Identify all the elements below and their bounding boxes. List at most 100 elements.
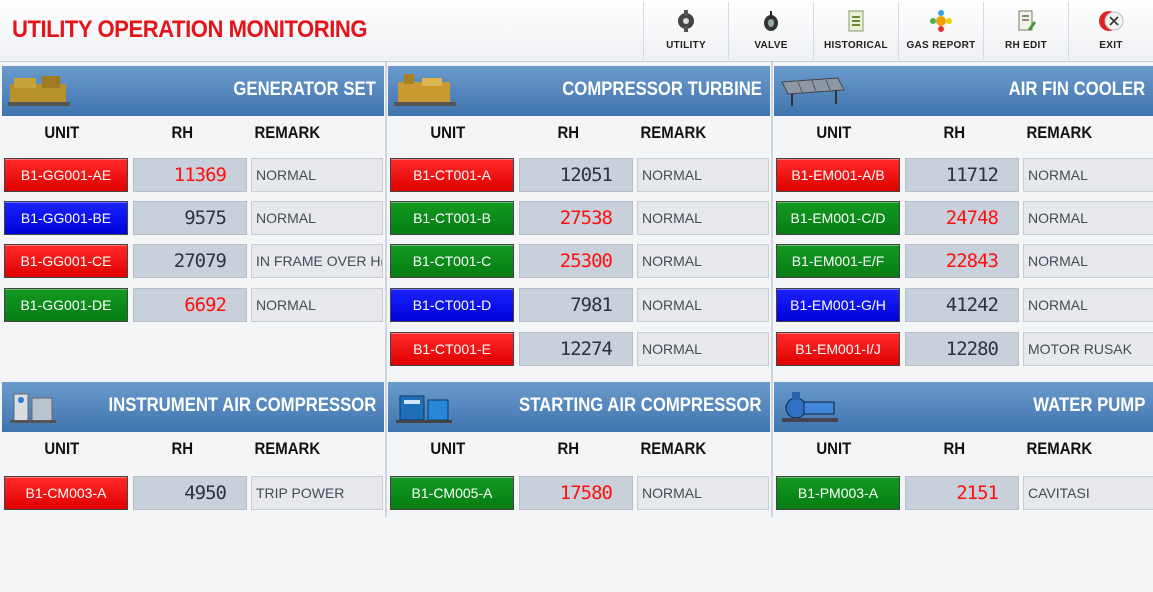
utility-icon xyxy=(673,8,699,34)
historical-button[interactable]: HISTORICAL xyxy=(813,2,898,60)
panel-title: COMPRESSOR TURBINE xyxy=(562,79,762,100)
column-headers: UNIT RH REMARK xyxy=(774,119,1153,149)
panel-banner: INSTRUMENT AIR COMPRESSOR xyxy=(2,382,384,432)
unit-row: B1-CT001-A 12051 NORMAL xyxy=(388,157,770,193)
rh-value: 17580 xyxy=(519,476,633,510)
column-divider xyxy=(385,62,387,517)
unit-button[interactable]: B1-EM001-G/H xyxy=(776,288,900,322)
rh-value: 12280 xyxy=(905,332,1019,366)
gas-report-button[interactable]: GAS REPORT xyxy=(898,2,983,60)
rh-value: 25300 xyxy=(519,244,633,278)
instrument-air-compressor-icon xyxy=(6,388,76,426)
remark-field: MOTOR RUSAK xyxy=(1023,332,1153,366)
header-rh: RH xyxy=(171,439,194,458)
header-remark: REMARK xyxy=(640,439,707,458)
remark-field: CAVITASI xyxy=(1023,476,1153,510)
utility-label: UTILITY xyxy=(666,40,706,51)
unit-row: B1-GG001-CE 27079 IN FRAME OVER H( xyxy=(2,243,384,279)
header-remark: REMARK xyxy=(254,439,321,458)
air-fin-cooler-icon xyxy=(778,72,848,110)
unit-row: B1-EM001-A/B 11712 NORMAL xyxy=(774,157,1153,193)
panel-banner: GENERATOR SET xyxy=(2,66,384,116)
unit-button[interactable]: B1-CT001-B xyxy=(390,201,514,235)
valve-icon xyxy=(758,8,784,34)
exit-button[interactable]: EXIT xyxy=(1068,2,1153,60)
panel-banner: COMPRESSOR TURBINE xyxy=(388,66,770,116)
unit-button[interactable]: B1-EM001-E/F xyxy=(776,244,900,278)
panel-title: STARTING AIR COMPRESSOR xyxy=(519,395,762,416)
panel-water-pump: WATER PUMP UNIT RH REMARK B1-PM003-A 215… xyxy=(774,382,1153,517)
unit-row: B1-EM001-I/J 12280 MOTOR RUSAK xyxy=(774,331,1153,367)
header-unit: UNIT xyxy=(44,123,80,142)
unit-row: B1-EM001-E/F 22843 NORMAL xyxy=(774,243,1153,279)
header-rh: RH xyxy=(943,439,966,458)
unit-row: B1-EM001-G/H 41242 NORMAL xyxy=(774,287,1153,323)
compressor-turbine-icon xyxy=(392,72,462,110)
remark-field: NORMAL xyxy=(1023,201,1153,235)
remark-field: NORMAL xyxy=(1023,158,1153,192)
unit-button[interactable]: B1-GG001-AE xyxy=(4,158,128,192)
unit-row: B1-CM005-A 17580 NORMAL xyxy=(388,475,770,511)
unit-button[interactable]: B1-GG001-BE xyxy=(4,201,128,235)
panel-banner: WATER PUMP xyxy=(774,382,1153,432)
rh-value: 7981 xyxy=(519,288,633,322)
column-headers: UNIT RH REMARK xyxy=(2,435,384,465)
column-divider xyxy=(771,62,773,517)
unit-button[interactable]: B1-GG001-CE xyxy=(4,244,128,278)
panel-starting-air-compressor: STARTING AIR COMPRESSOR UNIT RH REMARK B… xyxy=(388,382,770,517)
panel-compressor-turbine: COMPRESSOR TURBINE UNIT RH REMARK B1-CT0… xyxy=(388,66,770,376)
rh-edit-button[interactable]: RH EDIT xyxy=(983,2,1068,60)
rh-value: 11712 xyxy=(905,158,1019,192)
header-rh: RH xyxy=(171,123,194,142)
header-unit: UNIT xyxy=(430,439,466,458)
unit-row: B1-CT001-E 12274 NORMAL xyxy=(388,331,770,367)
remark-field: TRIP POWER xyxy=(251,476,383,510)
utility-button[interactable]: UTILITY xyxy=(643,2,728,60)
unit-button[interactable]: B1-EM001-A/B xyxy=(776,158,900,192)
unit-row: B1-GG001-DE 6692 NORMAL xyxy=(2,287,384,323)
panel-title: WATER PUMP xyxy=(1032,395,1145,416)
rh-value: 2151 xyxy=(905,476,1019,510)
exit-label: EXIT xyxy=(1099,40,1123,51)
exit-icon xyxy=(1098,8,1124,34)
unit-row: B1-GG001-AE 11369 NORMAL xyxy=(2,157,384,193)
remark-field: NORMAL xyxy=(251,288,383,322)
unit-button[interactable]: B1-CT001-E xyxy=(390,332,514,366)
app-title: UTILITY OPERATION MONITORING xyxy=(12,16,368,43)
unit-button[interactable]: B1-CT001-D xyxy=(390,288,514,322)
header-remark: REMARK xyxy=(254,123,321,142)
unit-button[interactable]: B1-GG001-DE xyxy=(4,288,128,322)
historical-label: HISTORICAL xyxy=(824,40,888,51)
rh-value: 4950 xyxy=(133,476,247,510)
unit-row: B1-CT001-D 7981 NORMAL xyxy=(388,287,770,323)
unit-button[interactable]: B1-CM005-A xyxy=(390,476,514,510)
rh-value: 11369 xyxy=(133,158,247,192)
panel-generator-set: GENERATOR SET UNIT RH REMARK B1-GG001-AE… xyxy=(2,66,384,376)
panel-title: GENERATOR SET xyxy=(233,79,376,100)
valve-button[interactable]: VALVE xyxy=(728,2,813,60)
panel-banner: STARTING AIR COMPRESSOR xyxy=(388,382,770,432)
unit-button[interactable]: B1-EM001-I/J xyxy=(776,332,900,366)
header-rh: RH xyxy=(943,123,966,142)
header-unit: UNIT xyxy=(816,123,852,142)
header-rh: RH xyxy=(557,439,580,458)
unit-row: B1-EM001-C/D 24748 NORMAL xyxy=(774,200,1153,236)
unit-button[interactable]: B1-CT001-A xyxy=(390,158,514,192)
unit-row: B1-CM003-A 4950 TRIP POWER xyxy=(2,475,384,511)
column-headers: UNIT RH REMARK xyxy=(388,119,770,149)
header-unit: UNIT xyxy=(44,439,80,458)
unit-button[interactable]: B1-CT001-C xyxy=(390,244,514,278)
remark-field: NORMAL xyxy=(637,476,769,510)
remark-field: NORMAL xyxy=(637,332,769,366)
remark-field: NORMAL xyxy=(1023,288,1153,322)
column-headers: UNIT RH REMARK xyxy=(774,435,1153,465)
unit-button[interactable]: B1-EM001-C/D xyxy=(776,201,900,235)
water-pump-icon xyxy=(778,388,848,426)
panel-instrument-air-compressor: INSTRUMENT AIR COMPRESSOR UNIT RH REMARK… xyxy=(2,382,384,517)
rh-value: 27079 xyxy=(133,244,247,278)
remark-field: NORMAL xyxy=(251,158,383,192)
header-rh: RH xyxy=(557,123,580,142)
rh-value: 12274 xyxy=(519,332,633,366)
unit-button[interactable]: B1-PM003-A xyxy=(776,476,900,510)
unit-button[interactable]: B1-CM003-A xyxy=(4,476,128,510)
